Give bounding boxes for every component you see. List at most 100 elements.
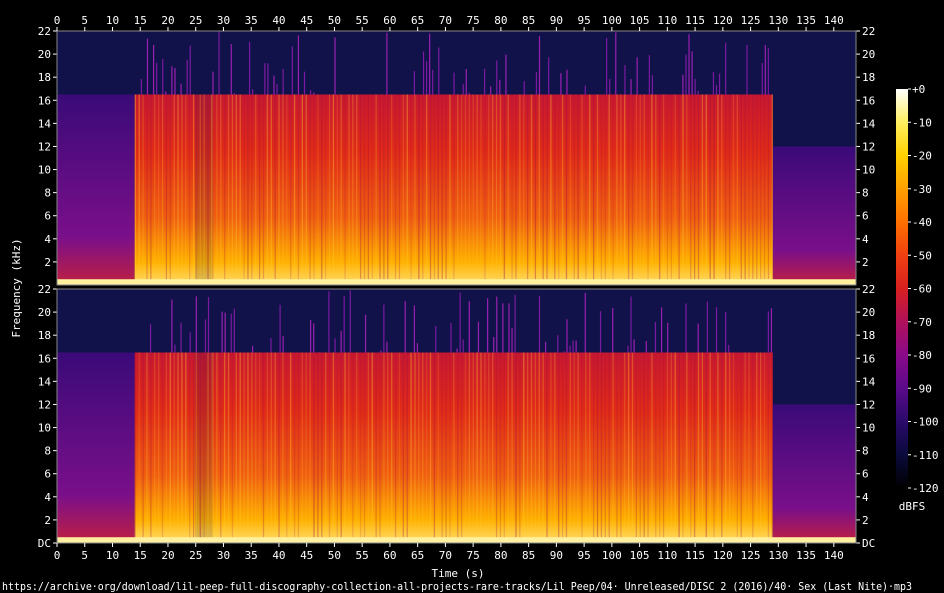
y-tick-label-right: 12 bbox=[862, 140, 875, 153]
transient-streak bbox=[221, 311, 223, 353]
transient-streak bbox=[180, 83, 182, 95]
transient-streak bbox=[566, 69, 568, 95]
band-texture bbox=[251, 94, 253, 285]
transient-streak bbox=[557, 335, 559, 353]
band-texture bbox=[767, 94, 770, 285]
transient-streak bbox=[728, 344, 730, 353]
x-tick-label-top: 95 bbox=[577, 14, 590, 27]
band-texture bbox=[713, 352, 715, 543]
channel-panel-2 bbox=[57, 289, 856, 543]
band-texture bbox=[608, 94, 610, 285]
transient-streak bbox=[140, 79, 142, 95]
band-texture bbox=[150, 352, 152, 543]
colorbar-tick-label: +0 bbox=[912, 83, 925, 96]
transient-streak bbox=[380, 350, 382, 353]
transient-streak bbox=[459, 292, 461, 353]
band-texture bbox=[270, 94, 272, 285]
band-texture bbox=[639, 352, 641, 543]
band-texture bbox=[561, 94, 564, 285]
band-texture bbox=[631, 352, 634, 543]
band-texture bbox=[235, 352, 237, 543]
band-texture bbox=[266, 352, 269, 543]
x-tick-label-bottom: 5 bbox=[81, 549, 88, 562]
band-texture bbox=[620, 94, 622, 285]
colorbar-tick-label: -80 bbox=[912, 349, 932, 362]
transient-streak bbox=[334, 37, 336, 95]
band-texture bbox=[616, 94, 618, 285]
band-texture bbox=[220, 352, 222, 543]
transient-streak bbox=[691, 51, 693, 95]
band-texture bbox=[199, 352, 201, 543]
colorbar-label: dBFS bbox=[899, 500, 926, 513]
transient-streak bbox=[453, 72, 455, 95]
band-texture bbox=[165, 352, 168, 543]
transient-streak bbox=[493, 337, 495, 353]
band-texture bbox=[651, 94, 653, 285]
band-texture bbox=[728, 352, 731, 543]
band-texture bbox=[577, 94, 579, 285]
band-texture bbox=[476, 94, 478, 285]
band-texture bbox=[721, 352, 723, 543]
band-texture bbox=[177, 94, 179, 285]
transient-streak bbox=[432, 69, 434, 95]
band-texture bbox=[453, 352, 455, 543]
y-tick-label-left: 16 bbox=[38, 352, 51, 365]
x-tick-label-top: 105 bbox=[630, 14, 650, 27]
colorbar-tick-label: -20 bbox=[912, 150, 932, 163]
x-tick-label-bottom: 65 bbox=[411, 549, 424, 562]
band-texture bbox=[154, 352, 156, 543]
colorbar-tick-label: -120 bbox=[912, 482, 939, 495]
band-texture bbox=[721, 94, 723, 285]
band-texture bbox=[740, 94, 742, 285]
band-texture bbox=[286, 352, 288, 543]
band-texture bbox=[207, 94, 209, 285]
transient-streak bbox=[252, 346, 254, 353]
band-texture bbox=[546, 352, 548, 543]
band-texture bbox=[383, 352, 385, 543]
transient-streak bbox=[462, 339, 464, 353]
band-texture bbox=[492, 94, 494, 285]
band-texture bbox=[262, 352, 265, 543]
transient-streak bbox=[303, 71, 306, 95]
band-texture bbox=[317, 352, 319, 543]
transient-streak bbox=[230, 44, 232, 95]
band-texture bbox=[670, 352, 672, 543]
transient-streak bbox=[599, 311, 602, 353]
y-tick-label-left: 4 bbox=[44, 233, 51, 246]
y-tick-label-right: 16 bbox=[862, 352, 875, 365]
band-texture bbox=[142, 94, 144, 285]
band-texture bbox=[662, 352, 665, 543]
transient-streak bbox=[195, 296, 197, 353]
transient-streak bbox=[349, 290, 351, 353]
y-tick-label-left: 10 bbox=[38, 422, 51, 435]
band-texture bbox=[305, 94, 307, 285]
band-texture bbox=[231, 352, 234, 543]
transient-streak bbox=[279, 304, 281, 353]
band-texture bbox=[262, 94, 265, 285]
transient-streak bbox=[715, 307, 718, 353]
transient-streak bbox=[514, 294, 516, 353]
band-texture bbox=[367, 352, 370, 543]
band-texture bbox=[398, 352, 401, 543]
band-texture bbox=[274, 94, 276, 285]
x-tick-label-top: 115 bbox=[685, 14, 705, 27]
transient-streak bbox=[435, 325, 437, 353]
transient-streak bbox=[712, 72, 715, 95]
transient-streak bbox=[468, 301, 470, 353]
x-tick-label-top: 30 bbox=[217, 14, 230, 27]
band-texture bbox=[756, 94, 758, 285]
y-tick-label-right: 10 bbox=[862, 422, 875, 435]
band-texture bbox=[507, 94, 509, 285]
band-texture bbox=[379, 94, 381, 285]
transient-streak bbox=[697, 90, 699, 95]
x-tick-label-top: 70 bbox=[439, 14, 452, 27]
band-texture bbox=[445, 94, 447, 285]
band-texture bbox=[169, 352, 171, 543]
y-tick-label-left: 20 bbox=[38, 306, 51, 319]
band-texture bbox=[391, 94, 393, 285]
transient-streak bbox=[171, 299, 173, 353]
transient-streak bbox=[313, 92, 315, 95]
colorbar-tick-label: -110 bbox=[912, 449, 939, 462]
band-texture bbox=[604, 352, 606, 543]
x-tick-label-top: 135 bbox=[796, 14, 816, 27]
